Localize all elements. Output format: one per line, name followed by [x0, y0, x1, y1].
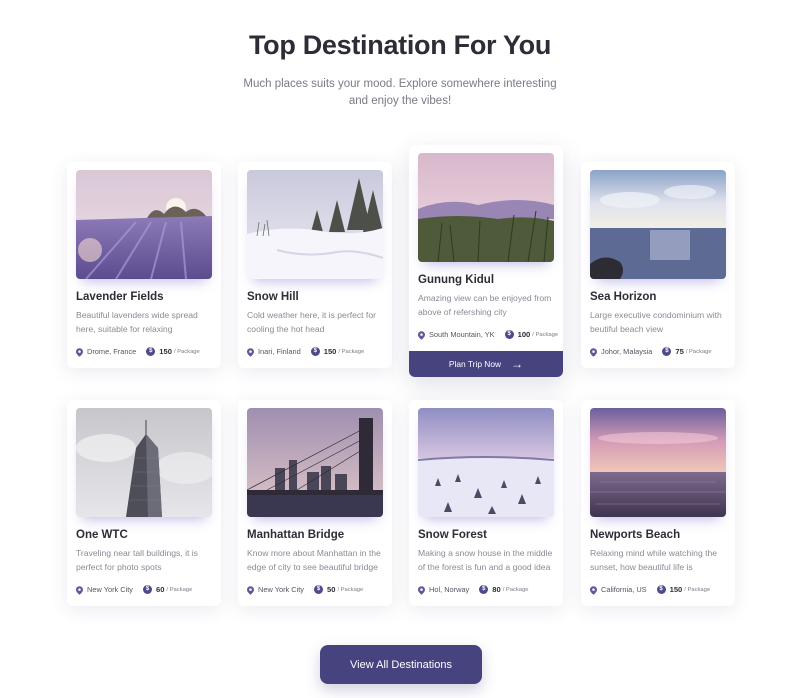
destination-price: 75: [675, 347, 684, 356]
destination-meta: Johor, Malaysia $ 75 / Package: [590, 347, 712, 357]
destination-card-featured[interactable]: Gunung Kidul Amazing view can be enjoyed…: [409, 145, 563, 377]
plan-trip-label: Plan Trip Now: [448, 359, 502, 369]
price-unit: / Package: [532, 331, 559, 338]
location-pin-icon: [76, 348, 83, 357]
page-title: Top Destination For You: [248, 30, 552, 60]
destination-image: [76, 170, 212, 279]
dollar-coin-icon: $: [479, 585, 489, 594]
destination-meta: New York City $ 50 / Package: [247, 585, 364, 595]
destination-description: Traveling near tall buildings, it is per…: [76, 548, 198, 572]
destination-meta: New York City $ 60 / Package: [76, 585, 193, 595]
destination-name: Snow Forest: [418, 529, 488, 541]
destination-meta: Hol, Norway $ 80 / Package: [418, 585, 529, 595]
location-pin-icon: [418, 331, 425, 340]
location-pin-icon: [590, 586, 597, 595]
destination-description: Large executive condominium with beutifu…: [590, 310, 722, 334]
destination-image: [590, 170, 726, 279]
destination-name: One WTC: [76, 529, 128, 541]
destination-name: Sea Horizon: [590, 291, 657, 303]
destination-meta: South Mountain, YK $ 100 / Package: [418, 330, 559, 340]
destination-image: [418, 408, 554, 517]
location-pin-icon: [590, 348, 597, 357]
arrow-right-icon: →: [511, 357, 524, 371]
destination-image: [590, 408, 726, 517]
price-unit: / Package: [338, 348, 365, 355]
destination-name: Gunung Kidul: [418, 274, 495, 286]
dollar-coin-icon: $: [314, 585, 324, 594]
destination-location: South Mountain, YK: [429, 330, 495, 339]
destination-image: [76, 408, 212, 517]
dollar-coin-icon: $: [146, 347, 156, 356]
location-pin-icon: [418, 586, 425, 595]
dollar-coin-icon: $: [504, 330, 514, 339]
price-unit: / Package: [684, 586, 711, 593]
destination-price: 150: [669, 585, 683, 594]
destination-description: Beautiful lavenders wide spread here, su…: [76, 310, 198, 334]
destination-meta: Drome, France $ 150 / Package: [76, 347, 200, 357]
destination-description: Making a snow house in the middle of the…: [418, 548, 553, 572]
destination-meta: Inari, Finland $ 150 / Package: [247, 347, 365, 357]
location-pin-icon: [76, 586, 83, 595]
destination-description: Know more about Manhattan in the edge of…: [247, 548, 381, 572]
location-pin-icon: [247, 586, 254, 595]
destination-price: 60: [156, 585, 165, 594]
destination-image: [418, 153, 554, 262]
destination-card[interactable]: Snow Hill Cold weather here, it is perfe…: [238, 162, 392, 368]
price-unit: / Package: [502, 586, 529, 593]
dollar-coin-icon: $: [662, 347, 672, 356]
destination-location: Hol, Norway: [429, 585, 470, 594]
destination-card[interactable]: Manhattan Bridge Know more about Manhatt…: [238, 400, 392, 606]
location-pin-icon: [247, 348, 254, 357]
destination-image: [247, 170, 383, 279]
destination-card[interactable]: Newports Beach Relaxing mind while watch…: [581, 400, 735, 606]
destination-name: Lavender Fields: [76, 291, 164, 303]
destination-name: Snow Hill: [247, 291, 299, 303]
plan-trip-button[interactable]: Plan Trip Now →: [409, 351, 563, 377]
destination-location: California, US: [601, 585, 647, 594]
destination-meta: California, US $ 150 / Package: [590, 585, 711, 595]
view-all-destinations-button[interactable]: View All Destinations: [320, 645, 482, 684]
destination-card[interactable]: Snow Forest Making a snow house in the m…: [409, 400, 563, 606]
destination-card[interactable]: One WTC Traveling near tall buildings, i…: [67, 400, 221, 606]
destination-location: Inari, Finland: [258, 347, 301, 356]
price-unit: / Package: [685, 348, 712, 355]
destination-description: Relaxing mind while watching the sunset,…: [590, 548, 718, 572]
destination-location: Drome, France: [87, 347, 137, 356]
price-unit: / Package: [173, 348, 200, 355]
destination-price: 80: [492, 585, 501, 594]
destination-image: [247, 408, 383, 517]
destination-card[interactable]: Sea Horizon Large executive condominium …: [581, 162, 735, 368]
destination-price: 100: [517, 330, 531, 339]
destination-price: 50: [327, 585, 336, 594]
destination-location: Johor, Malaysia: [601, 347, 653, 356]
price-unit: / Package: [337, 586, 364, 593]
destination-name: Manhattan Bridge: [247, 529, 345, 541]
destination-price: 150: [323, 347, 337, 356]
dollar-coin-icon: $: [143, 585, 153, 594]
price-unit: / Package: [166, 586, 193, 593]
destination-location: New York City: [87, 585, 134, 594]
destination-card[interactable]: Lavender Fields Beautiful lavenders wide…: [67, 162, 221, 368]
destination-location: New York City: [258, 585, 305, 594]
destination-description: Amazing view can be enjoyed from above o…: [418, 293, 552, 317]
destination-description: Cold weather here, it is perfect for coo…: [247, 310, 376, 334]
destination-price: 150: [159, 347, 172, 356]
dollar-coin-icon: $: [310, 347, 320, 356]
destination-name: Newports Beach: [590, 529, 681, 541]
page-subtitle: Much places suits your mood. Explore som…: [243, 78, 557, 107]
dollar-coin-icon: $: [656, 585, 666, 594]
